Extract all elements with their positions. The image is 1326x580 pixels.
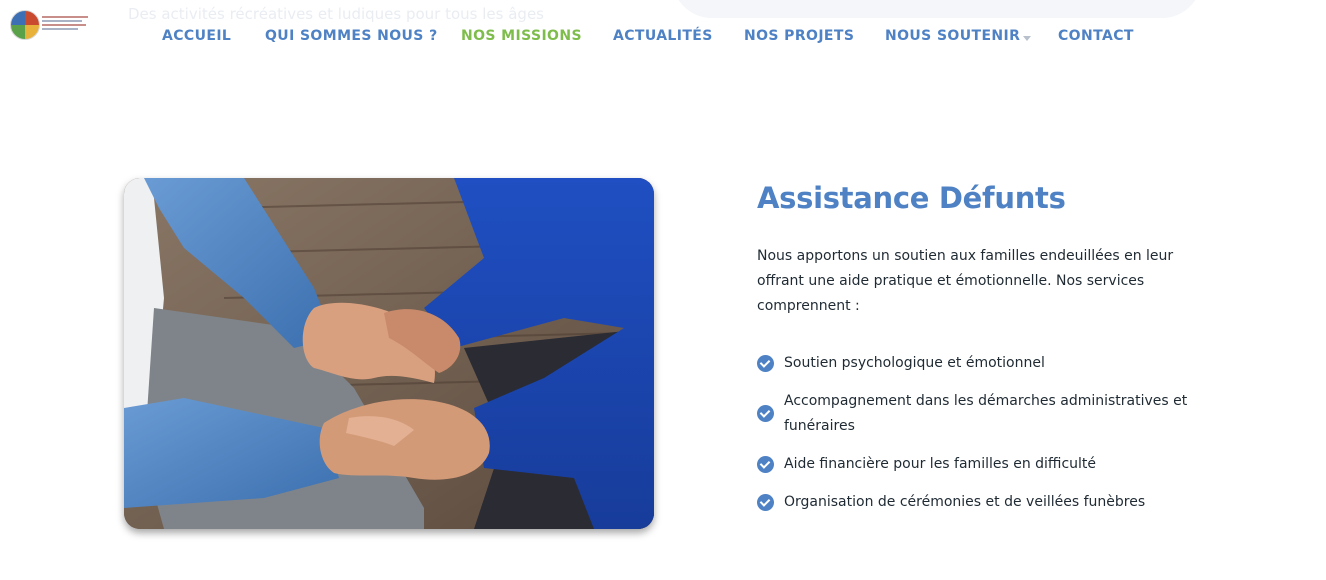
nav-nos-missions[interactable]: NOS MISSIONS [461, 28, 582, 44]
check-circle-icon [757, 405, 774, 422]
assistance-section: Assistance Défunts Nous apportons un sou… [757, 178, 1197, 528]
nav-nos-projets[interactable]: NOS PROJETS [744, 28, 854, 44]
feature-item: Soutien psychologique et émotionnel [757, 351, 1197, 376]
logo-icon[interactable] [10, 10, 40, 40]
section-title: Assistance Défunts [757, 181, 1066, 215]
chevron-down-icon[interactable] [1023, 36, 1031, 41]
feature-item: Organisation de cérémonies et de veillée… [757, 490, 1197, 515]
check-circle-icon [757, 494, 774, 511]
hands-comfort-photo [124, 178, 654, 529]
section-description: Nous apportons un soutien aux familles e… [757, 248, 1174, 314]
feature-text: Aide financière pour les familles en dif… [784, 456, 1097, 472]
check-circle-icon [757, 355, 774, 372]
background-decoration [672, 0, 1202, 18]
background-list-item: Des activités récréatives et ludiques po… [128, 5, 545, 23]
feature-text: Organisation de cérémonies et de veillée… [784, 494, 1146, 510]
check-circle-icon [757, 456, 774, 473]
nav-nous-soutenir[interactable]: NOUS SOUTENIR [885, 28, 1020, 44]
feature-item: Accompagnement dans les démarches admini… [757, 389, 1197, 439]
nav-actualites[interactable]: ACTUALITÉS [613, 28, 713, 44]
nav-accueil[interactable]: ACCUEIL [162, 28, 231, 44]
logo-text [42, 16, 88, 32]
nav-qui-sommes-nous[interactable]: QUI SOMMES NOUS ? [265, 28, 438, 44]
nav-contact[interactable]: CONTACT [1058, 28, 1134, 44]
feature-list: Soutien psychologique et émotionnel Acco… [757, 351, 1197, 515]
feature-text: Accompagnement dans les démarches admini… [784, 393, 1188, 434]
feature-item: Aide financière pour les familles en dif… [757, 452, 1197, 477]
feature-text: Soutien psychologique et émotionnel [784, 355, 1045, 371]
